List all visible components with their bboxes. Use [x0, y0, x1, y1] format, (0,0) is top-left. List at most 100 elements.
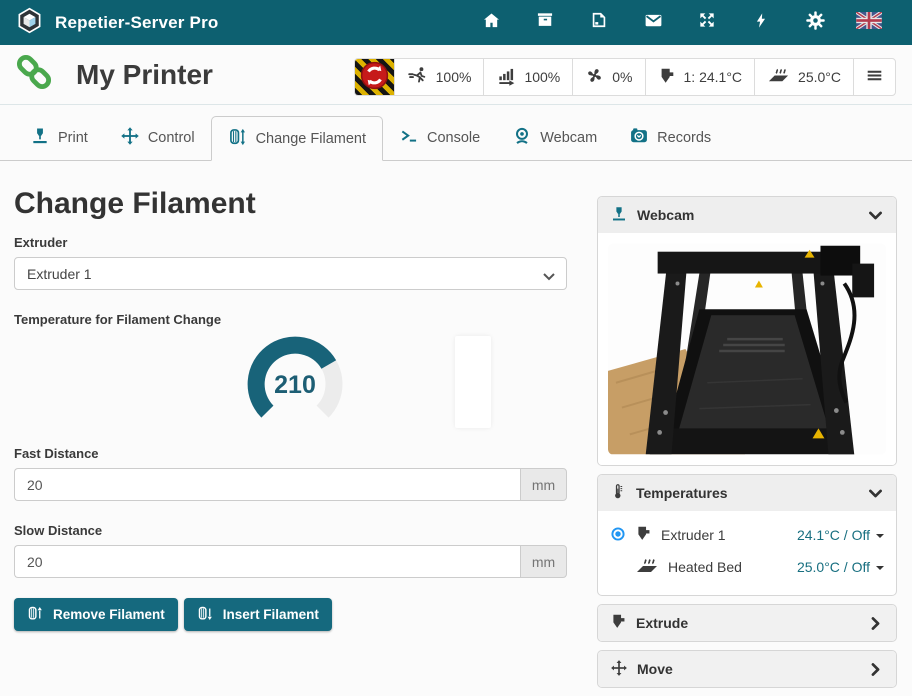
tab-change-filament-label: Change Filament: [256, 131, 366, 147]
temperatures-panel-title: Temperatures: [636, 485, 728, 501]
temperature-label: Temperature for Filament Change: [14, 312, 570, 327]
fast-distance-input[interactable]: [14, 468, 520, 501]
bed-temp-reading: 25.0°C / Off: [797, 559, 870, 575]
slow-distance-input[interactable]: [14, 545, 520, 578]
language-button[interactable]: [842, 12, 896, 34]
temperature-gauge-row: 210: [14, 334, 570, 434]
brand[interactable]: Repetier-Server Pro: [16, 7, 218, 39]
filament-up-icon: [27, 605, 44, 625]
uk-flag-icon: [856, 12, 882, 34]
settings-button[interactable]: [788, 10, 842, 36]
webcam-image: [608, 243, 886, 455]
remove-filament-label: Remove Filament: [53, 607, 165, 622]
chevron-down-icon: [867, 207, 884, 224]
extruder-icon: [658, 67, 676, 88]
extrude-panel-title: Extrude: [636, 615, 688, 631]
page-title: Change Filament: [14, 187, 570, 221]
insert-filament-label: Insert Filament: [223, 607, 319, 622]
sidebar: Webcam: [597, 196, 897, 696]
move-panel-title: Move: [637, 661, 673, 677]
temperature-row-name: Extruder 1: [661, 527, 726, 543]
flow-status[interactable]: 100%: [483, 59, 572, 95]
caret-down-icon: [876, 534, 884, 542]
printer-menu-button[interactable]: [853, 59, 895, 95]
fan-icon: [585, 66, 604, 88]
extruder-temp-value: 1: 24.1°C: [684, 69, 743, 85]
filament-actions: Remove Filament Insert Filament: [14, 598, 570, 631]
webcam-panel-header[interactable]: Webcam: [598, 197, 896, 233]
content-area: Change Filament Extruder Extruder 1 Temp…: [0, 187, 912, 631]
webcam-icon: [512, 126, 532, 150]
fullscreen-button[interactable]: [680, 10, 734, 35]
bed-temp-value: 25.0°C: [798, 69, 841, 85]
speed-status[interactable]: 100%: [394, 59, 484, 95]
manual-button[interactable]: [572, 10, 626, 35]
extruder-label: Extruder: [14, 235, 570, 250]
extruder-temp-status[interactable]: 1: 24.1°C: [645, 59, 755, 95]
flow-icon: [496, 66, 516, 89]
flow-value: 100%: [524, 69, 560, 85]
home-button[interactable]: [464, 10, 518, 36]
extruder-select[interactable]: Extruder 1: [14, 257, 567, 290]
tab-records-label: Records: [657, 130, 711, 146]
menu-icon: [866, 67, 883, 87]
emergency-stop-button[interactable]: [355, 59, 394, 95]
selected-radio-icon[interactable]: [610, 526, 626, 545]
printers-button[interactable]: [518, 10, 572, 35]
manual-icon: [589, 10, 609, 35]
fast-distance-unit: mm: [520, 468, 567, 501]
messages-icon: [643, 10, 664, 36]
tab-webcam-label: Webcam: [540, 130, 597, 146]
extrude-panel-header[interactable]: Extrude: [598, 605, 896, 641]
tab-console[interactable]: Console: [383, 115, 496, 160]
bed-temp-dropdown[interactable]: 25.0°C / Off: [797, 559, 884, 575]
fan-status[interactable]: 0%: [572, 59, 644, 95]
extruder-temp-dropdown[interactable]: 24.1°C / Off: [797, 527, 884, 543]
home-icon: [481, 10, 502, 36]
top-navbar: Repetier-Server Pro: [0, 0, 912, 45]
insert-filament-button[interactable]: Insert Filament: [184, 598, 332, 631]
extrude-panel: Extrude: [597, 604, 897, 642]
printer-title: My Printer: [76, 59, 213, 91]
temperatures-panel-header[interactable]: Temperatures: [598, 475, 896, 511]
fullscreen-icon: [697, 10, 717, 35]
app-logo-icon: [16, 7, 43, 39]
printers-icon: [535, 10, 555, 35]
filament-swap-icon: [228, 127, 248, 151]
power-button[interactable]: [734, 11, 788, 35]
printer-tabs: Print Control Change Filament Console We…: [0, 115, 912, 161]
heated-bed-icon: [767, 64, 790, 90]
tab-change-filament[interactable]: Change Filament: [211, 116, 383, 161]
camera-record-icon: [629, 126, 649, 150]
fast-distance-label: Fast Distance: [14, 446, 570, 461]
move-panel: Move: [597, 650, 897, 688]
tab-console-label: Console: [427, 130, 480, 146]
webcam-feed: [598, 233, 896, 465]
webcam-panel-title: Webcam: [637, 207, 694, 223]
filament-down-icon: [197, 605, 214, 625]
move-panel-header[interactable]: Move: [598, 651, 896, 687]
tab-control[interactable]: Control: [104, 115, 211, 160]
emergency-stop-icon: [358, 59, 391, 95]
printer-icon: [610, 205, 628, 226]
webcam-panel: Webcam: [597, 196, 897, 466]
bed-temp-status[interactable]: 25.0°C: [754, 59, 853, 95]
tab-webcam[interactable]: Webcam: [496, 115, 613, 160]
tab-print[interactable]: Print: [14, 115, 104, 160]
navbar-actions: [464, 10, 896, 36]
temperature-knob[interactable]: 210: [240, 334, 350, 438]
messages-button[interactable]: [626, 10, 680, 36]
printer-status-bar: 100% 100% 0% 1: 24.1°C 25.0°C: [354, 58, 896, 96]
brand-title: Repetier-Server Pro: [55, 13, 218, 33]
tab-records[interactable]: Records: [613, 115, 727, 160]
remove-filament-button[interactable]: Remove Filament: [14, 598, 178, 631]
slow-distance-label: Slow Distance: [14, 523, 570, 538]
temperature-row-bed: Heated Bed 25.0°C / Off: [610, 551, 884, 583]
temperature-value: 210: [274, 371, 316, 399]
fan-value: 0%: [612, 69, 632, 85]
settings-icon: [805, 10, 826, 36]
printer-icon: [30, 126, 50, 150]
printer-header: My Printer 100% 100% 0% 1: 24.1°C: [0, 45, 912, 105]
tab-control-label: Control: [148, 130, 195, 146]
extruder-icon: [635, 525, 652, 545]
